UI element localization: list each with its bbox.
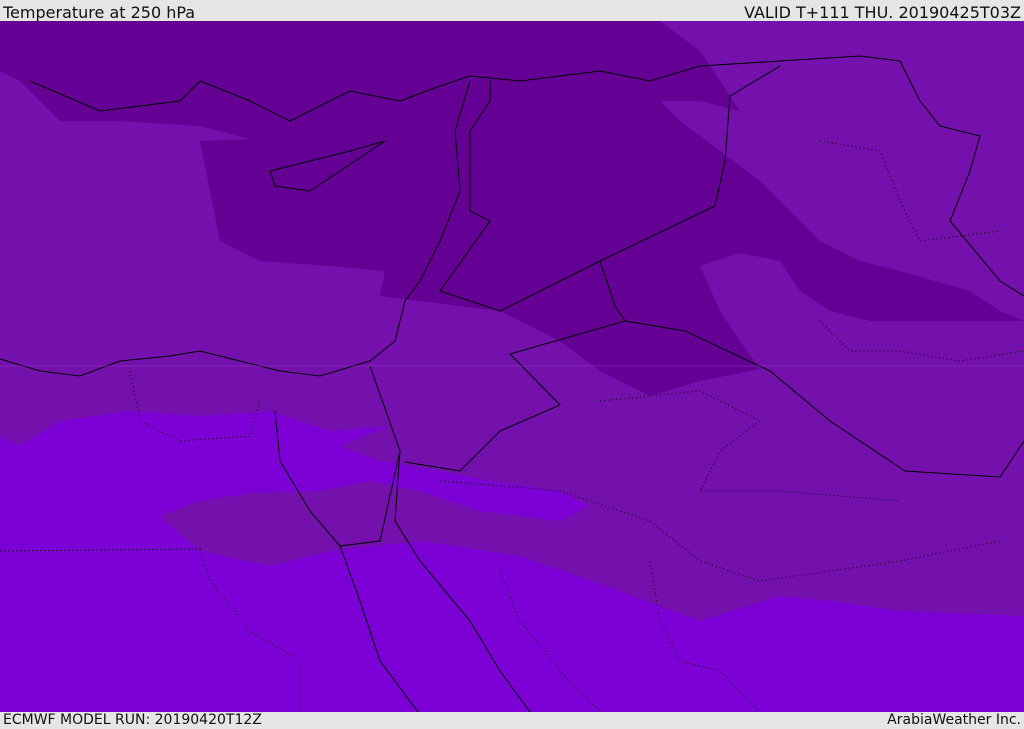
footer-bar: ECMWF MODEL RUN: 20190420T12Z ArabiaWeat… <box>0 712 1024 729</box>
credit: ArabiaWeather Inc. <box>887 712 1021 728</box>
temperature-map <box>0 21 1024 712</box>
header-bar: Temperature at 250 hPa VALID T+111 THU. … <box>0 0 1024 22</box>
map-title: Temperature at 250 hPa <box>3 3 196 22</box>
valid-time: VALID T+111 THU. 20190425T03Z <box>744 3 1021 22</box>
model-run: ECMWF MODEL RUN: 20190420T12Z <box>3 712 262 728</box>
